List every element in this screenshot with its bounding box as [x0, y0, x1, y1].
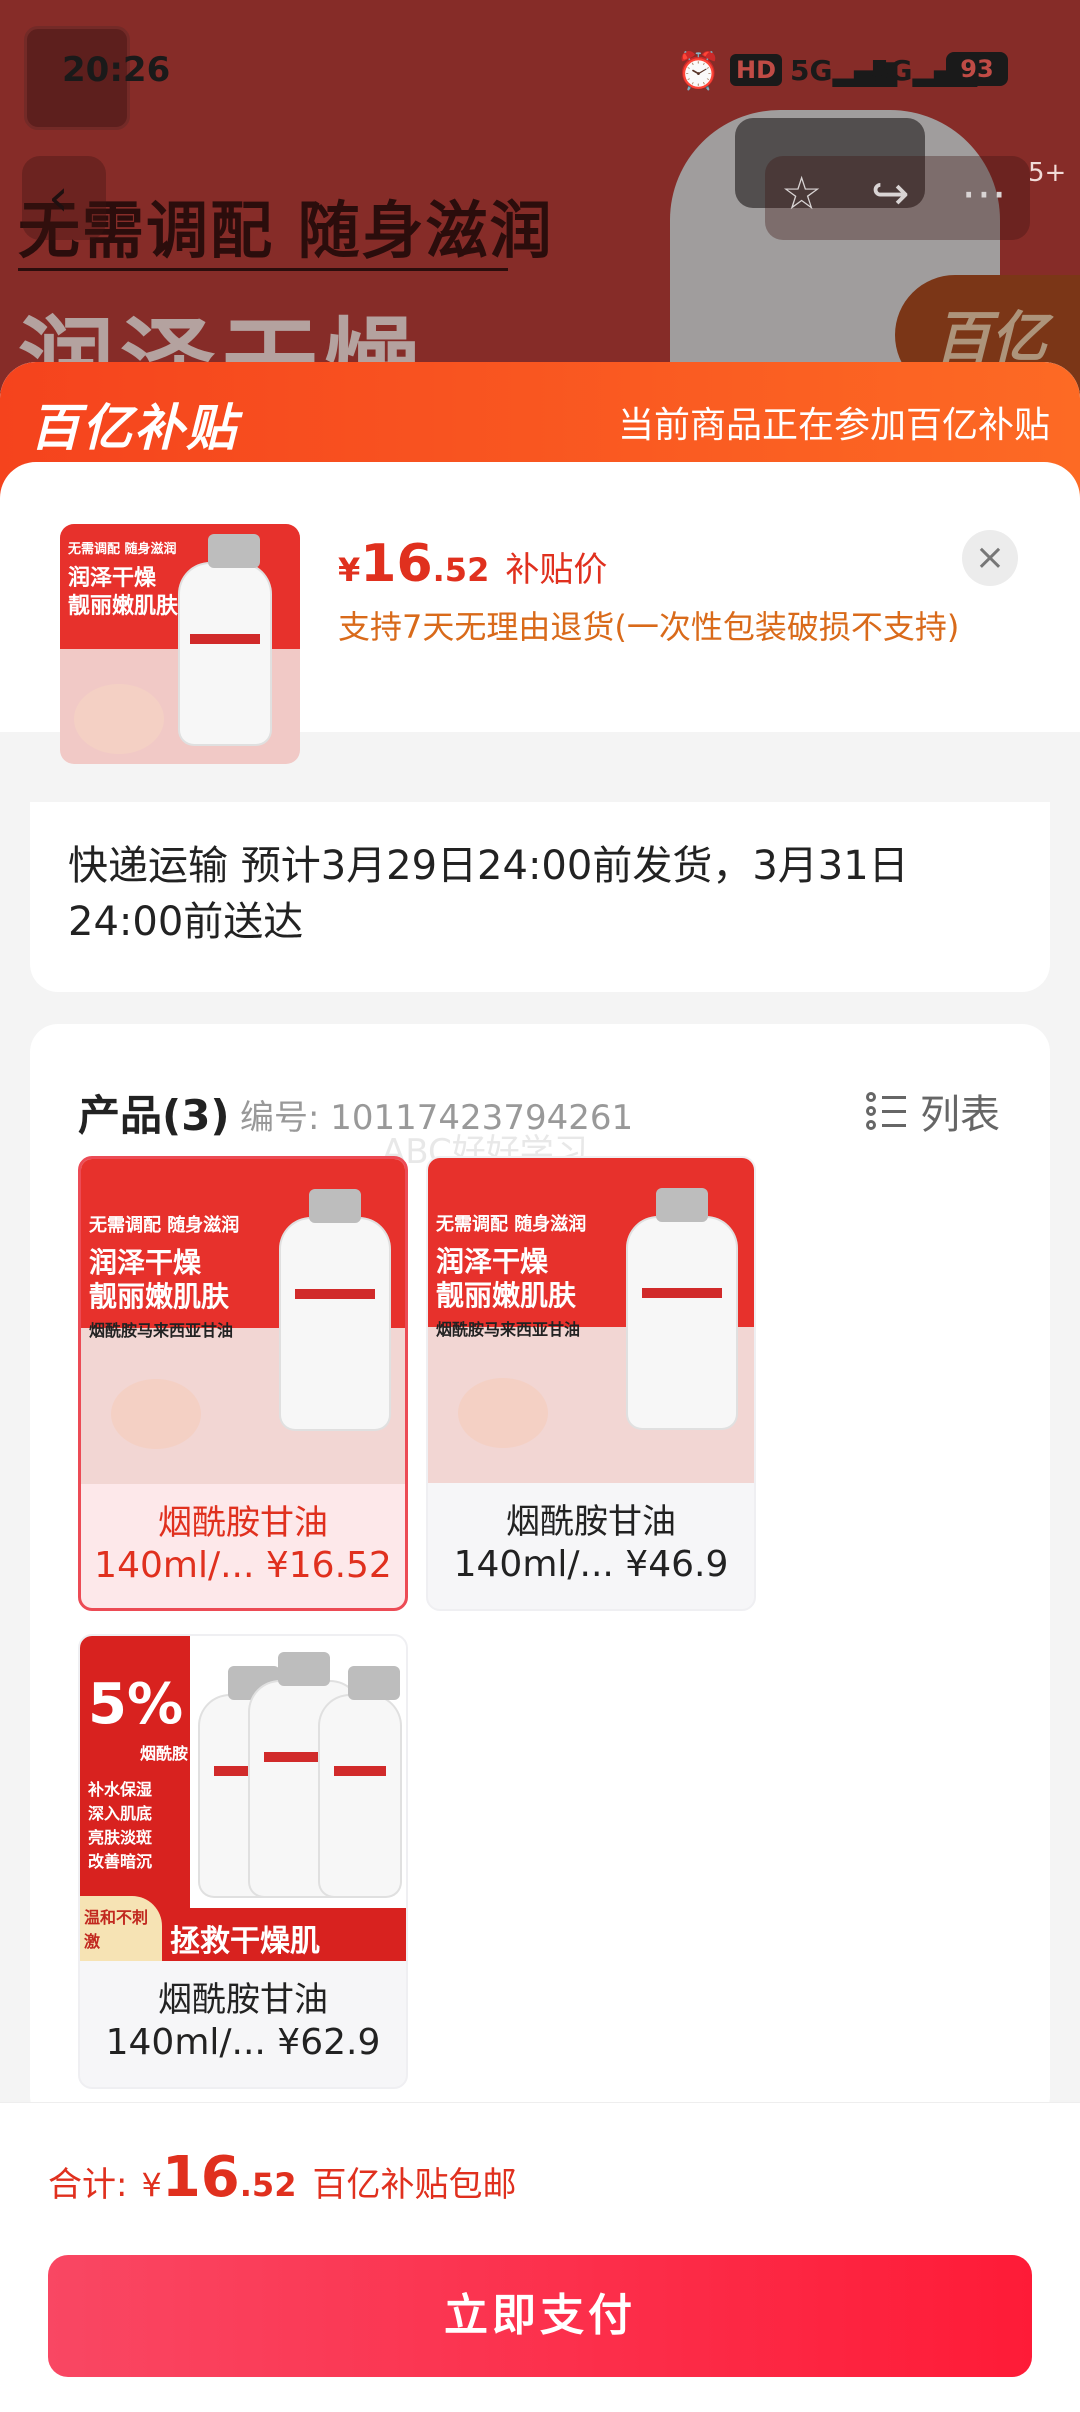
back-button[interactable]: ‹	[22, 156, 106, 240]
bottle-label	[190, 634, 260, 684]
price-currency: ¥	[338, 551, 361, 589]
sku-art-headline-2: 靓丽嫩肌肤	[89, 1280, 230, 1313]
bottle-label	[334, 1766, 386, 1816]
sku-spec-price: 140ml/... ¥16.52	[94, 1545, 392, 1586]
sheet-header: 无需调配 随身滋润 润泽干燥 靓丽嫩肌肤 ¥ 16 .52 补贴价 支持7天无理…	[0, 462, 1080, 764]
subsidy-brand-logo: 百亿补贴	[30, 399, 238, 457]
price-label: 补贴价	[505, 550, 608, 590]
sku-art-percent-sub: 烟酰胺	[140, 1744, 189, 1763]
sku-hand	[111, 1379, 201, 1449]
thumb-art-slogan: 无需调配 随身滋润	[68, 542, 177, 557]
bottle-label	[642, 1288, 722, 1338]
thumb-hand	[74, 684, 164, 754]
sku-bottle	[281, 1189, 389, 1429]
shipping-card: 快递运输 预计3月29日24:00前发货，3月31日24:00前送达	[30, 802, 1050, 992]
sku-hand	[458, 1378, 548, 1448]
favorite-star-icon[interactable]: ☆	[781, 166, 822, 220]
sku-name: 烟酰胺甘油	[506, 1502, 676, 1542]
status-bar: 20:26 ⏰ HD 5G▂▄▆ 5G▂▄▆ 93	[0, 40, 1080, 100]
sku-option-3[interactable]: 5% 烟酰胺 补水保湿 深入肌底 亮肤淡斑 改善暗沉 温和不刺激 拯救干燥肌 烟…	[78, 1634, 408, 2089]
sku-image: 无需调配 随身滋润 润泽干燥 靓丽嫩肌肤 烟酰胺马来西亚甘油	[428, 1158, 754, 1483]
sku-name: 烟酰胺甘油	[158, 1980, 328, 2020]
product-thumbnail[interactable]: 无需调配 随身滋润 润泽干燥 靓丽嫩肌肤	[60, 524, 300, 764]
sku-art-headline-2: 靓丽嫩肌肤	[436, 1279, 577, 1312]
sku-art-ingredient: 烟酰胺马来西亚甘油	[89, 1321, 234, 1340]
subsidy-price: ¥ 16 .52 补贴价	[338, 534, 607, 594]
chevron-left-icon: ‹	[48, 168, 69, 228]
sku-art-ingredient: 烟酰胺马来西亚甘油	[436, 1320, 581, 1339]
total-label: 合计:	[48, 2165, 128, 2205]
sku-art-slogan: 无需调配 随身滋润	[436, 1214, 587, 1235]
sku-spec-price: 140ml/... ¥62.9	[105, 2022, 381, 2063]
product-selector: 产品(3) 编号: 10117423794261 列表 ABC好好学习 无需调配…	[30, 1024, 1050, 2124]
close-button[interactable]: ×	[962, 530, 1018, 586]
more-icon[interactable]: ⋯	[961, 166, 1007, 220]
price-decimal: .52	[432, 551, 490, 589]
sku-art-bullet-2: 深入肌底	[88, 1804, 153, 1823]
total-currency: ¥	[141, 2166, 162, 2204]
sku-image: 无需调配 随身滋润 润泽干燥 靓丽嫩肌肤 烟酰胺马来西亚甘油	[81, 1159, 405, 1484]
total-decimal: .52	[239, 2166, 297, 2204]
sku-option-2[interactable]: 无需调配 随身滋润 润泽干燥 靓丽嫩肌肤 烟酰胺马来西亚甘油 烟酰胺甘油 140…	[426, 1156, 756, 1611]
sku-art-percent: 5%	[88, 1672, 184, 1737]
thumb-art-headline-2: 靓丽嫩肌肤	[68, 594, 179, 619]
return-policy: 支持7天无理由退货(一次性包装破损不支持)	[338, 608, 960, 646]
share-icon[interactable]: ↪	[871, 166, 910, 220]
bottle-label	[295, 1289, 375, 1339]
network-type-2: 5G	[870, 54, 913, 87]
sku-spec-price: 140ml/... ¥46.9	[453, 1544, 729, 1585]
list-view-label: 列表	[920, 1092, 1000, 1138]
list-view-toggle[interactable]: 列表	[866, 1082, 1000, 1140]
sku-art-bullet-3: 亮肤淡斑	[88, 1828, 153, 1847]
price-integer: 16	[360, 534, 433, 594]
shipping-estimate: 快递运输 预计3月29日24:00前发货，3月31日24:00前送达	[68, 843, 909, 945]
top-actions: ☆ ↪ ⋯	[765, 156, 1030, 240]
sku-art-slogan: 无需调配 随身滋润	[89, 1215, 240, 1236]
tab-count-badge: 5+	[1028, 158, 1067, 188]
sku-image: 5% 烟酰胺 补水保湿 深入肌底 亮肤淡斑 改善暗沉 温和不刺激 拯救干燥肌	[80, 1636, 406, 1961]
list-icon	[866, 1092, 906, 1130]
sku-art-mild-badge: 温和不刺激	[80, 1896, 162, 1961]
total-integer: 16	[161, 2145, 240, 2210]
status-time: 20:26	[62, 50, 171, 90]
network-type: 5G	[790, 54, 833, 87]
sku-art-rescue: 拯救干燥肌	[170, 1924, 320, 1959]
sku-bottle-3	[320, 1666, 400, 1896]
order-total: 合计: ¥ 16 .52 百亿补贴包邮	[48, 2145, 516, 2210]
hd-icon: HD	[730, 54, 783, 86]
sku-art-bullet-1: 补水保湿	[88, 1780, 153, 1799]
total-note: 百亿补贴包邮	[312, 2165, 517, 2205]
pay-now-button[interactable]: 立即支付	[48, 2255, 1032, 2377]
battery-icon: 93	[946, 52, 1008, 86]
thumb-bottle	[180, 534, 270, 744]
subsidy-note: 当前商品正在参加百亿补贴	[617, 405, 1050, 446]
checkout-footer: 合计: ¥ 16 .52 百亿补贴包邮 立即支付	[0, 2102, 1080, 2412]
sku-bottle	[628, 1188, 736, 1428]
sku-option-1[interactable]: 无需调配 随身滋润 润泽干燥 靓丽嫩肌肤 烟酰胺马来西亚甘油 烟酰胺甘油 140…	[78, 1156, 408, 1611]
sku-art-bullet-4: 改善暗沉	[88, 1852, 153, 1871]
sku-name: 烟酰胺甘油	[158, 1503, 328, 1543]
alarm-icon: ⏰	[676, 51, 721, 92]
product-count-title: 产品(3)	[78, 1091, 230, 1140]
